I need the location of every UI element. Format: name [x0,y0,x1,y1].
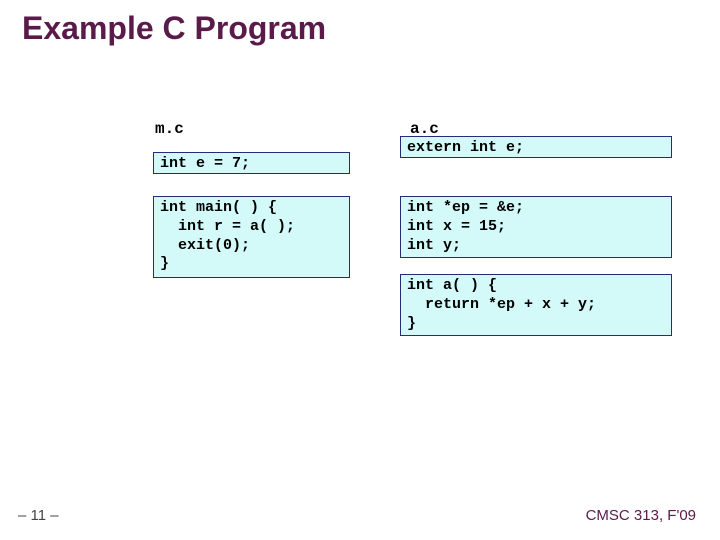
code-a-extern: extern int e; [400,136,672,158]
filename-m: m.c [155,120,184,138]
slide-title: Example C Program [22,10,326,47]
code-m-declaration: int e = 7; [153,152,350,174]
code-a-function: int a( ) { return *ep + x + y; } [400,274,672,336]
code-m-main: int main( ) { int r = a( ); exit(0); } [153,196,350,278]
course-id: CMSC 313, F'09 [586,507,696,524]
code-a-declarations: int *ep = &e; int x = 15; int y; [400,196,672,258]
page-number: – 11 – [18,507,59,524]
